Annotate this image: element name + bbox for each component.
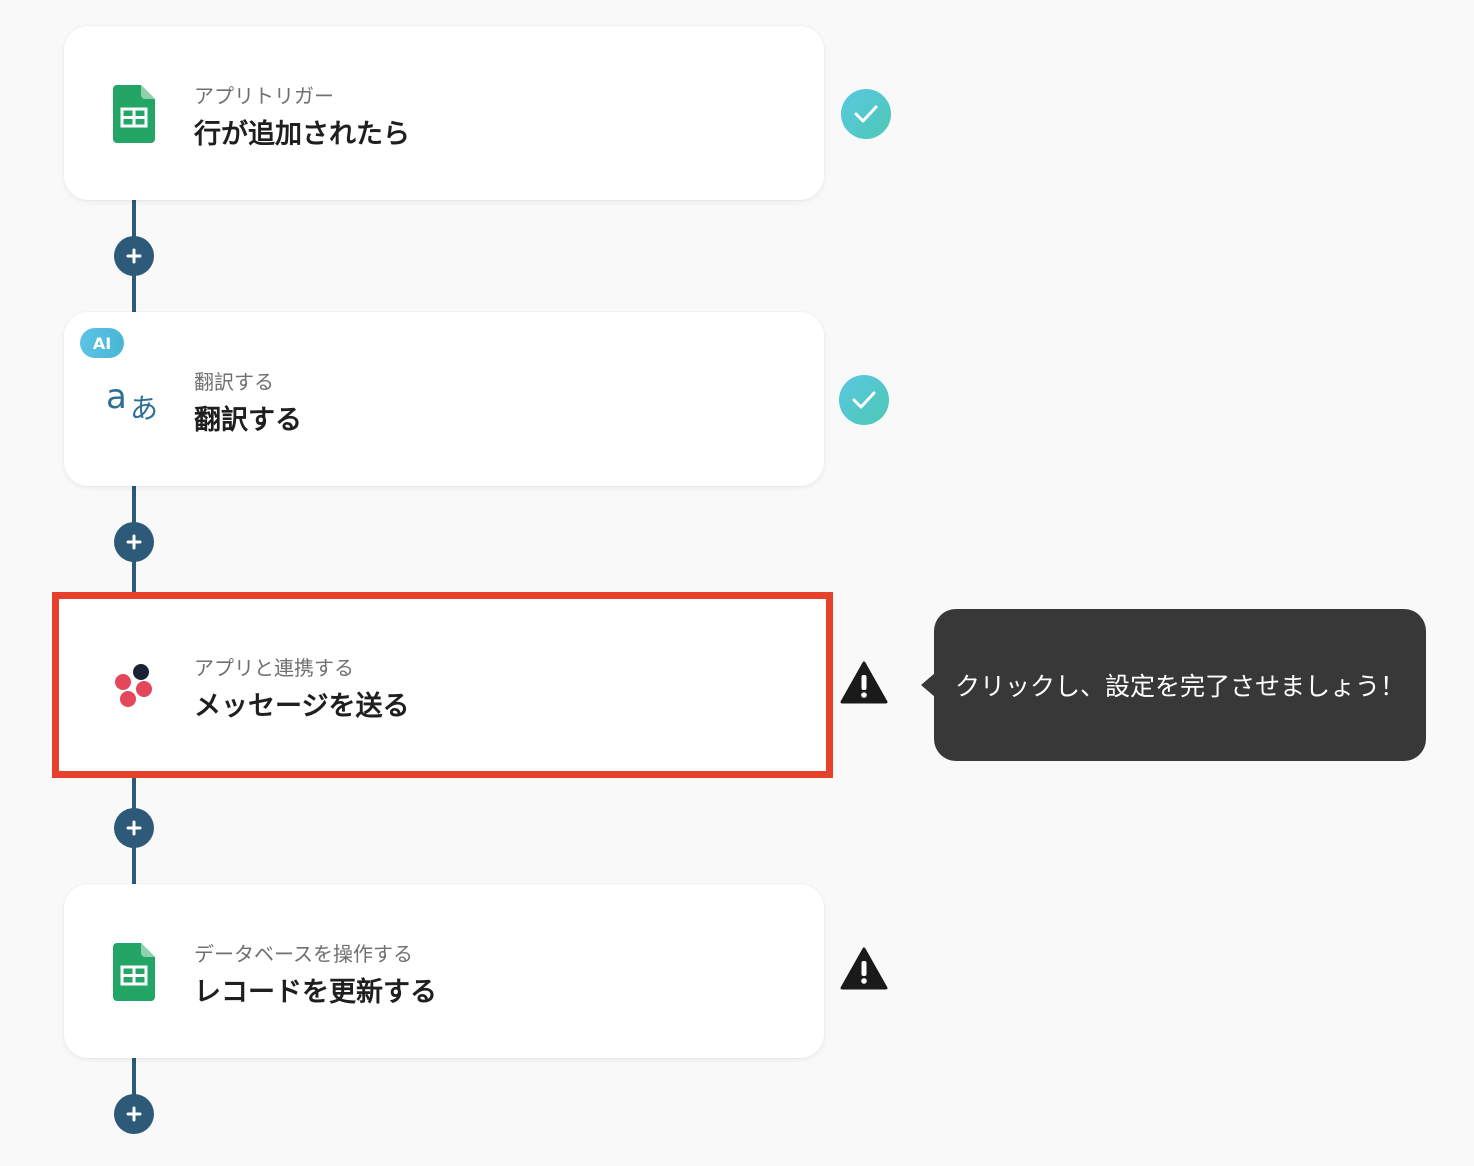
warning-icon: [839, 658, 889, 708]
tooltip-arrow: [921, 673, 935, 697]
tooltip-text: クリックし、設定を完了させましょう！: [954, 672, 1405, 701]
complete-check-icon: [839, 375, 889, 425]
add-step-button[interactable]: [114, 1094, 154, 1134]
google-sheets-icon: [104, 942, 164, 1002]
step-title: メッセージを送る: [194, 691, 410, 722]
step-type-label: アプリと連携する: [194, 656, 354, 680]
workflow-canvas: アプリトリガー 行が追加されたら AI a あ 翻訳する 翻訳する アプリと連携…: [0, 0, 1474, 1166]
plus-icon: [126, 248, 142, 264]
plus-icon: [126, 820, 142, 836]
translate-icon: a あ: [104, 370, 164, 430]
ai-badge: AI: [80, 328, 124, 358]
step-card-translate[interactable]: AI a あ 翻訳する 翻訳する: [64, 312, 824, 486]
step-title: 翻訳する: [194, 405, 302, 436]
complete-check-icon: [841, 89, 891, 139]
add-step-button[interactable]: [114, 808, 154, 848]
step-card-update-record[interactable]: データベースを操作する レコードを更新する: [64, 884, 824, 1058]
svg-text:あ: あ: [130, 392, 158, 422]
step-title: レコードを更新する: [194, 977, 437, 1008]
svg-text:a: a: [106, 378, 127, 417]
step-type-label: 翻訳する: [194, 370, 274, 394]
add-step-button[interactable]: [114, 522, 154, 562]
google-sheets-icon: [104, 84, 164, 144]
step-type-label: データベースを操作する: [194, 942, 413, 966]
plus-icon: [126, 1106, 142, 1122]
messaging-app-icon: [104, 656, 164, 716]
plus-icon: [126, 534, 142, 550]
step-card-trigger[interactable]: アプリトリガー 行が追加されたら: [64, 26, 824, 200]
add-step-button[interactable]: [114, 236, 154, 276]
setup-hint-tooltip: クリックし、設定を完了させましょう！: [934, 609, 1426, 761]
warning-icon: [839, 944, 889, 994]
step-card-send-message[interactable]: アプリと連携する メッセージを送る: [52, 592, 833, 778]
step-type-label: アプリトリガー: [194, 84, 334, 108]
step-title: 行が追加されたら: [194, 119, 410, 150]
